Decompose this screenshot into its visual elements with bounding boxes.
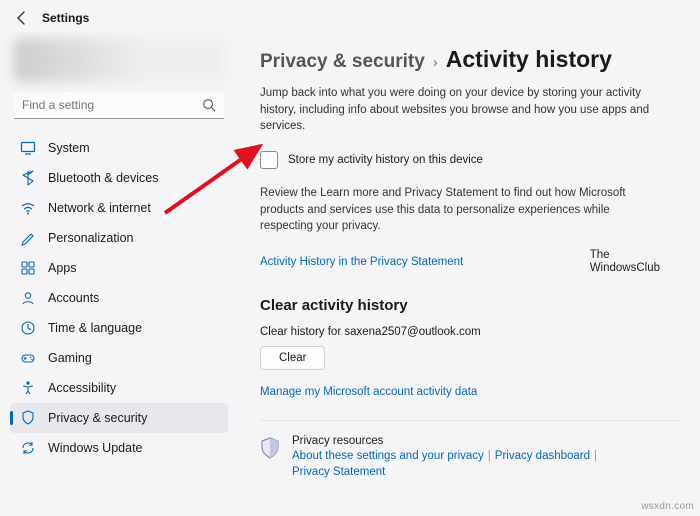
search-input[interactable] — [22, 98, 202, 112]
sidebar-item-bluetooth[interactable]: Bluetooth & devices — [10, 163, 228, 193]
window-header: Settings — [0, 0, 700, 32]
sidebar-item-network[interactable]: Network & internet — [10, 193, 228, 223]
breadcrumb: Privacy & security › Activity history — [260, 46, 680, 73]
accounts-icon — [20, 290, 36, 306]
privacy-icon — [20, 410, 36, 426]
sidebar-item-update[interactable]: Windows Update — [10, 433, 228, 463]
back-icon[interactable] — [14, 10, 30, 26]
page-title: Activity history — [446, 46, 612, 73]
sidebar-item-label: Network & internet — [48, 201, 151, 215]
resources-links: About these settings and your privacy | … — [292, 450, 680, 478]
clear-account-text: Clear history for saxena2507@outlook.com — [260, 326, 680, 338]
header-title: Settings — [42, 11, 89, 25]
sidebar: System Bluetooth & devices Network & int… — [0, 32, 238, 512]
resources-title: Privacy resources — [292, 435, 680, 447]
sidebar-item-label: System — [48, 141, 90, 155]
sidebar-item-label: Bluetooth & devices — [48, 171, 159, 185]
user-profile-block[interactable] — [14, 38, 224, 82]
clear-button[interactable]: Clear — [260, 346, 325, 370]
chevron-right-icon: › — [433, 54, 438, 71]
settings-nav: System Bluetooth & devices Network & int… — [10, 133, 228, 463]
store-history-label: Store my activity history on this device — [288, 154, 483, 166]
search-box[interactable] — [14, 92, 224, 119]
attribution-text: The WindowsClub — [590, 249, 660, 275]
shield-icon — [260, 437, 280, 459]
manage-account-link[interactable]: Manage my Microsoft account activity dat… — [260, 386, 680, 398]
watermark: wsxdn.com — [641, 501, 694, 512]
sidebar-item-time[interactable]: Time & language — [10, 313, 228, 343]
sidebar-item-label: Accessibility — [48, 381, 116, 395]
sidebar-item-personalization[interactable]: Personalization — [10, 223, 228, 253]
update-icon — [20, 440, 36, 456]
intro-text: Jump back into what you were doing on yo… — [260, 85, 660, 135]
store-history-row: Store my activity history on this device — [260, 151, 680, 169]
sidebar-item-label: Apps — [48, 261, 77, 275]
store-history-checkbox[interactable] — [260, 151, 278, 169]
time-icon — [20, 320, 36, 336]
sidebar-item-label: Personalization — [48, 231, 133, 245]
wifi-icon — [20, 200, 36, 216]
sidebar-item-accessibility[interactable]: Accessibility — [10, 373, 228, 403]
sidebar-item-privacy[interactable]: Privacy & security — [10, 403, 228, 433]
resource-link-statement[interactable]: Privacy Statement — [292, 466, 385, 478]
sidebar-item-label: Gaming — [48, 351, 92, 365]
sidebar-item-system[interactable]: System — [10, 133, 228, 163]
privacy-resources: Privacy resources About these settings a… — [260, 420, 680, 502]
sidebar-item-label: Privacy & security — [48, 411, 147, 425]
resource-link-dashboard[interactable]: Privacy dashboard — [495, 450, 590, 462]
sidebar-item-apps[interactable]: Apps — [10, 253, 228, 283]
sidebar-item-label: Time & language — [48, 321, 142, 335]
clear-heading: Clear activity history — [260, 297, 680, 314]
sidebar-item-gaming[interactable]: Gaming — [10, 343, 228, 373]
gaming-icon — [20, 350, 36, 366]
sidebar-item-accounts[interactable]: Accounts — [10, 283, 228, 313]
apps-icon — [20, 260, 36, 276]
accessibility-icon — [20, 380, 36, 396]
resource-link-about[interactable]: About these settings and your privacy — [292, 450, 484, 462]
system-icon — [20, 140, 36, 156]
privacy-statement-link[interactable]: Activity History in the Privacy Statemen… — [260, 256, 463, 268]
bluetooth-icon — [20, 170, 36, 186]
personalization-icon — [20, 230, 36, 246]
sidebar-item-label: Accounts — [48, 291, 99, 305]
review-text: Review the Learn more and Privacy Statem… — [260, 185, 660, 235]
sidebar-item-label: Windows Update — [48, 441, 143, 455]
breadcrumb-parent[interactable]: Privacy & security — [260, 51, 425, 73]
main-content: Privacy & security › Activity history Ju… — [238, 32, 700, 512]
search-icon — [202, 98, 216, 112]
